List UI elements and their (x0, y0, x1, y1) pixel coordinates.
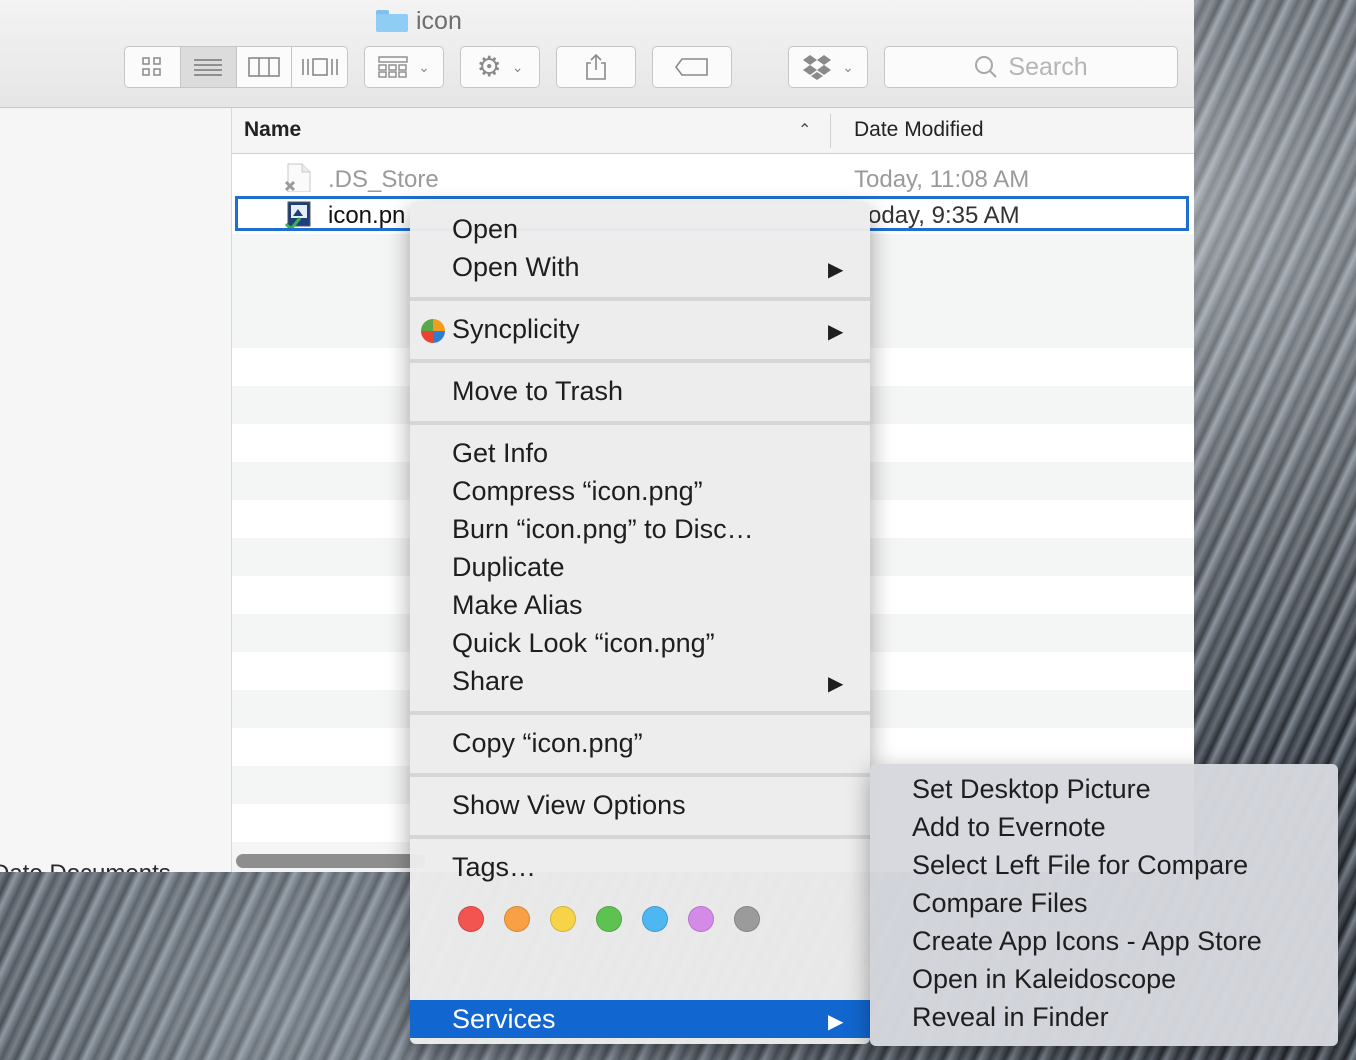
action-button[interactable]: ⚙ ⌄ (460, 46, 540, 88)
menu-item-open[interactable]: Open (410, 210, 870, 248)
menu-item-compress[interactable]: Compress “icon.png” (410, 472, 870, 510)
service-open-in-kaleidoscope[interactable]: Open in Kaleidoscope (912, 964, 1176, 995)
folder-icon (376, 10, 408, 32)
service-compare-files[interactable]: Compare Files (912, 888, 1088, 919)
menu-separator (410, 421, 870, 425)
syncplicity-icon (421, 319, 445, 343)
tag-gray[interactable] (734, 906, 760, 932)
service-select-left-file-for-compare[interactable]: Select Left File for Compare (912, 850, 1248, 881)
gear-icon: ⚙ (476, 51, 502, 82)
list-header: Name ⌃ Date Modified (232, 108, 1194, 154)
tag-blue[interactable] (642, 906, 668, 932)
list-view-button[interactable] (180, 47, 237, 87)
menu-item-show-view-options[interactable]: Show View Options (410, 786, 870, 824)
submenu-arrow-icon: ▶ (828, 321, 844, 343)
window-title: icon (376, 6, 462, 36)
arrange-icon (378, 56, 408, 78)
chevron-down-icon: ⌄ (418, 58, 430, 75)
tag-icon (675, 58, 708, 76)
column-divider[interactable] (830, 114, 831, 148)
menu-item-make-alias[interactable]: Make Alias (410, 586, 870, 624)
column-view-button[interactable] (237, 47, 293, 87)
list-view-icon (194, 59, 223, 76)
menu-item-tags[interactable]: Tags… (410, 848, 870, 886)
file-name: .DS_Store (328, 166, 439, 193)
icon-view-icon (142, 57, 162, 76)
tag-yellow[interactable] (550, 906, 576, 932)
tag-button[interactable] (652, 46, 732, 88)
tag-purple[interactable] (688, 906, 714, 932)
menu-item-move-to-trash[interactable]: Move to Trash (410, 372, 870, 410)
search-field[interactable]: Search (884, 46, 1178, 88)
menu-separator (410, 297, 870, 301)
search-placeholder: Search (1008, 52, 1088, 81)
menu-separator (410, 711, 870, 715)
submenu-arrow-icon: ▶ (828, 1011, 844, 1033)
arrange-button[interactable]: ⌄ (364, 46, 444, 88)
context-menu: Open Open With ▶ Syncplicity ▶ Move to T… (410, 202, 870, 1044)
table-row[interactable]: .DS_Store Today, 11:08 AM (232, 158, 1194, 196)
menu-separator (410, 359, 870, 363)
tag-red[interactable] (458, 906, 484, 932)
service-reveal-in-finder[interactable]: Reveal in Finder (912, 1002, 1109, 1033)
submenu-arrow-icon: ▶ (828, 259, 844, 281)
tag-green[interactable] (596, 906, 622, 932)
menu-item-syncplicity[interactable]: Syncplicity ▶ (410, 310, 870, 348)
chevron-down-icon: ⌄ (511, 58, 524, 75)
tag-color-row (458, 906, 760, 932)
sort-ascending-icon[interactable]: ⌃ (798, 120, 811, 140)
menu-item-share[interactable]: Share ▶ (410, 662, 870, 700)
column-view-icon (248, 57, 280, 77)
cover-flow-icon (301, 58, 338, 76)
dropbox-button[interactable]: ⌄ (788, 46, 868, 88)
menu-item-copy[interactable]: Copy “icon.png” (410, 724, 870, 762)
toolbar: icon ⌄ ⚙ ⌄ ⌄ Search (0, 0, 1194, 108)
chevron-down-icon: ⌄ (842, 58, 854, 75)
cover-flow-button[interactable] (292, 47, 347, 87)
menu-item-services[interactable]: Services ▶ (410, 1000, 870, 1038)
service-set-desktop-picture[interactable]: Set Desktop Picture (912, 774, 1151, 805)
window-title-text: icon (416, 6, 462, 35)
icon-view-button[interactable] (125, 47, 181, 87)
menu-item-get-info[interactable]: Get Info (410, 434, 870, 472)
submenu-arrow-icon: ▶ (828, 673, 844, 695)
service-create-app-icons[interactable]: Create App Icons - App Store (912, 926, 1262, 957)
tag-orange[interactable] (504, 906, 530, 932)
menu-item-quick-look[interactable]: Quick Look “icon.png” (410, 624, 870, 662)
menu-separator (410, 773, 870, 777)
ds-store-file-icon (284, 163, 311, 192)
dropbox-icon (803, 55, 832, 80)
name-column-header[interactable]: Name (244, 118, 301, 142)
menu-separator (410, 835, 870, 839)
menu-item-burn[interactable]: Burn “icon.png” to Disc… (410, 510, 870, 548)
share-icon (586, 53, 606, 80)
search-icon (975, 56, 998, 78)
sidebar-item-date-documents[interactable]: Date Documents (0, 860, 171, 872)
service-add-to-evernote[interactable]: Add to Evernote (912, 812, 1106, 843)
sidebar: Date Documents (0, 108, 232, 872)
menu-item-open-with[interactable]: Open With ▶ (410, 248, 870, 286)
menu-item-duplicate[interactable]: Duplicate (410, 548, 870, 586)
view-mode-control[interactable] (124, 46, 348, 88)
share-button[interactable] (556, 46, 636, 88)
file-date: Today, 11:08 AM (854, 166, 1030, 193)
date-modified-column-header[interactable]: Date Modified (854, 118, 984, 142)
services-submenu: Set Desktop Picture Add to Evernote Sele… (870, 764, 1338, 1046)
horizontal-scrollbar[interactable] (236, 854, 426, 868)
